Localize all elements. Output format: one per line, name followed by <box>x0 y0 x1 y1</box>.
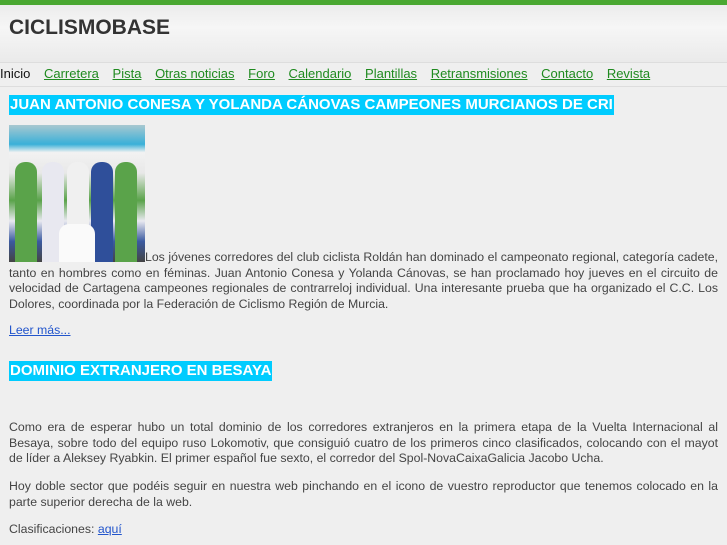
nav-item-pista[interactable]: Pista <box>113 66 142 81</box>
article-title[interactable]: JUAN ANTONIO CONESA Y YOLANDA CÁNOVAS CA… <box>9 95 614 115</box>
nav-item-foro[interactable]: Foro <box>248 66 275 81</box>
classifications-label: Clasificaciones: <box>9 522 95 536</box>
nav-item-revista[interactable]: Revista <box>607 66 650 81</box>
nav-item-calendario[interactable]: Calendario <box>289 66 352 81</box>
read-more-link[interactable]: Leer más... <box>9 323 71 339</box>
article-photo[interactable] <box>9 125 145 262</box>
main-nav: Inicio Carretera Pista Otras noticias Fo… <box>0 66 727 87</box>
site-title[interactable]: CICLISMOBASE <box>9 16 170 40</box>
nav-item-plantillas[interactable]: Plantillas <box>365 66 417 81</box>
article-body: Los jóvenes corredores del club ciclista… <box>9 250 718 311</box>
nav-item-otras-noticias[interactable]: Otras noticias <box>155 66 234 81</box>
nav-item-contacto[interactable]: Contacto <box>541 66 593 81</box>
article-paragraph: Como era de esperar hubo un total domini… <box>9 420 718 465</box>
article-paragraph: Hoy doble sector que podéis seguir en nu… <box>9 479 718 509</box>
nav-item-inicio[interactable]: Inicio <box>0 66 30 81</box>
nav-item-retransmisiones[interactable]: Retransmisiones <box>431 66 528 81</box>
nav-item-carretera[interactable]: Carretera <box>44 66 99 81</box>
classifications-link[interactable]: aquí <box>98 522 122 536</box>
article-title[interactable]: DOMINIO EXTRANJERO EN BESAYA <box>9 361 273 381</box>
site-header: CICLISMOBASE <box>0 5 727 63</box>
classifications-line: Clasificaciones: aquí <box>9 522 718 538</box>
